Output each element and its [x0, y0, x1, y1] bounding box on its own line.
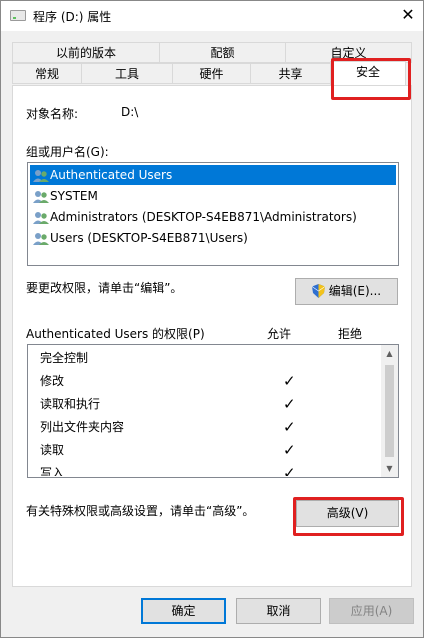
object-name-label: 对象名称: [26, 107, 79, 121]
tab-tools[interactable]: 工具 [81, 63, 173, 84]
change-permissions-hint: 要更改权限，请单击“编辑”。 [26, 281, 183, 295]
close-icon[interactable]: ✕ [393, 1, 423, 31]
list-item-label: Administrators (DESKTOP-S4EB871\Administ… [50, 210, 357, 224]
users-icon [33, 170, 49, 182]
users-icon [33, 212, 49, 224]
allow-check: ✓ [283, 372, 296, 390]
allow-header: 允许 [267, 327, 292, 341]
tab-customize[interactable]: 自定义 [285, 42, 412, 63]
permission-name: 修改 [40, 374, 65, 388]
list-item-label: Authenticated Users [50, 168, 173, 182]
allow-check: ✓ [283, 441, 296, 459]
table-row: 读取 ✓ [40, 439, 380, 462]
list-item[interactable]: SYSTEM [30, 186, 396, 206]
tab-security[interactable]: 安全 [330, 61, 406, 85]
object-name-value: D:\ [121, 105, 139, 119]
permission-name: 读取 [40, 443, 65, 457]
scroll-up-icon[interactable]: ▲ [381, 345, 398, 362]
list-item-label: SYSTEM [50, 189, 98, 203]
allow-check: ✓ [283, 395, 296, 413]
list-item[interactable]: Users (DESKTOP-S4EB871\Users) [30, 228, 396, 248]
scroll-thumb[interactable] [385, 365, 394, 457]
permissions-scrollbar[interactable]: ▲ ▼ [381, 345, 398, 477]
tab-sharing[interactable]: 共享 [250, 63, 331, 84]
table-row: 完全控制 [40, 347, 380, 370]
group-label: 组或用户名(G): [26, 145, 109, 159]
permission-name: 写入 [40, 466, 65, 476]
tab-general[interactable]: 常规 [12, 63, 82, 84]
security-panel: 对象名称: D:\ 组或用户名(G): Authenticated Users … [12, 85, 412, 587]
permissions-list[interactable]: 完全控制 修改 ✓ 读取和执行 ✓ 列出文件夹内容 ✓ 读取 ✓ 写入 ✓ ▲ … [27, 344, 399, 478]
ok-button[interactable]: 确定 [141, 598, 226, 624]
table-row: 列出文件夹内容 ✓ [40, 416, 380, 439]
tab-hardware[interactable]: 硬件 [172, 63, 251, 84]
permission-name: 完全控制 [40, 351, 89, 365]
advanced-button[interactable]: 高级(V) [296, 500, 399, 527]
deny-header: 拒绝 [338, 327, 363, 341]
shield-icon [311, 284, 326, 298]
table-row: 修改 ✓ [40, 370, 380, 393]
permissions-label: Authenticated Users 的权限(P) [26, 327, 205, 341]
drive-icon [10, 10, 26, 21]
users-icon [33, 191, 49, 203]
title-bar: 程序 (D:) 属性 ✕ [1, 1, 423, 31]
apply-button[interactable]: 应用(A) [329, 598, 414, 624]
tab-previous-versions[interactable]: 以前的版本 [12, 42, 160, 63]
advanced-hint: 有关特殊权限或高级设置，请单击“高级”。 [26, 504, 255, 518]
list-item[interactable]: Authenticated Users [30, 165, 396, 185]
users-list[interactable]: Authenticated Users SYSTEM Administrator… [27, 162, 399, 266]
permission-name: 读取和执行 [40, 397, 101, 411]
allow-check: ✓ [283, 464, 296, 476]
edit-button[interactable]: 编辑(E)... [295, 278, 398, 305]
edit-button-label: 编辑(E)... [328, 284, 382, 298]
users-icon [33, 233, 49, 245]
table-row: 读取和执行 ✓ [40, 393, 380, 416]
tab-quota[interactable]: 配额 [159, 42, 286, 63]
properties-dialog: 程序 (D:) 属性 ✕ 以前的版本 配额 自定义 常规 工具 硬件 共享 安全… [0, 0, 424, 638]
table-row: 写入 ✓ [40, 462, 380, 476]
allow-check: ✓ [283, 418, 296, 436]
list-item-label: Users (DESKTOP-S4EB871\Users) [50, 231, 248, 245]
scroll-down-icon[interactable]: ▼ [381, 460, 398, 477]
cancel-button[interactable]: 取消 [236, 598, 321, 624]
list-item[interactable]: Administrators (DESKTOP-S4EB871\Administ… [30, 207, 396, 227]
window-title: 程序 (D:) 属性 [33, 10, 112, 24]
permission-name: 列出文件夹内容 [40, 420, 125, 434]
